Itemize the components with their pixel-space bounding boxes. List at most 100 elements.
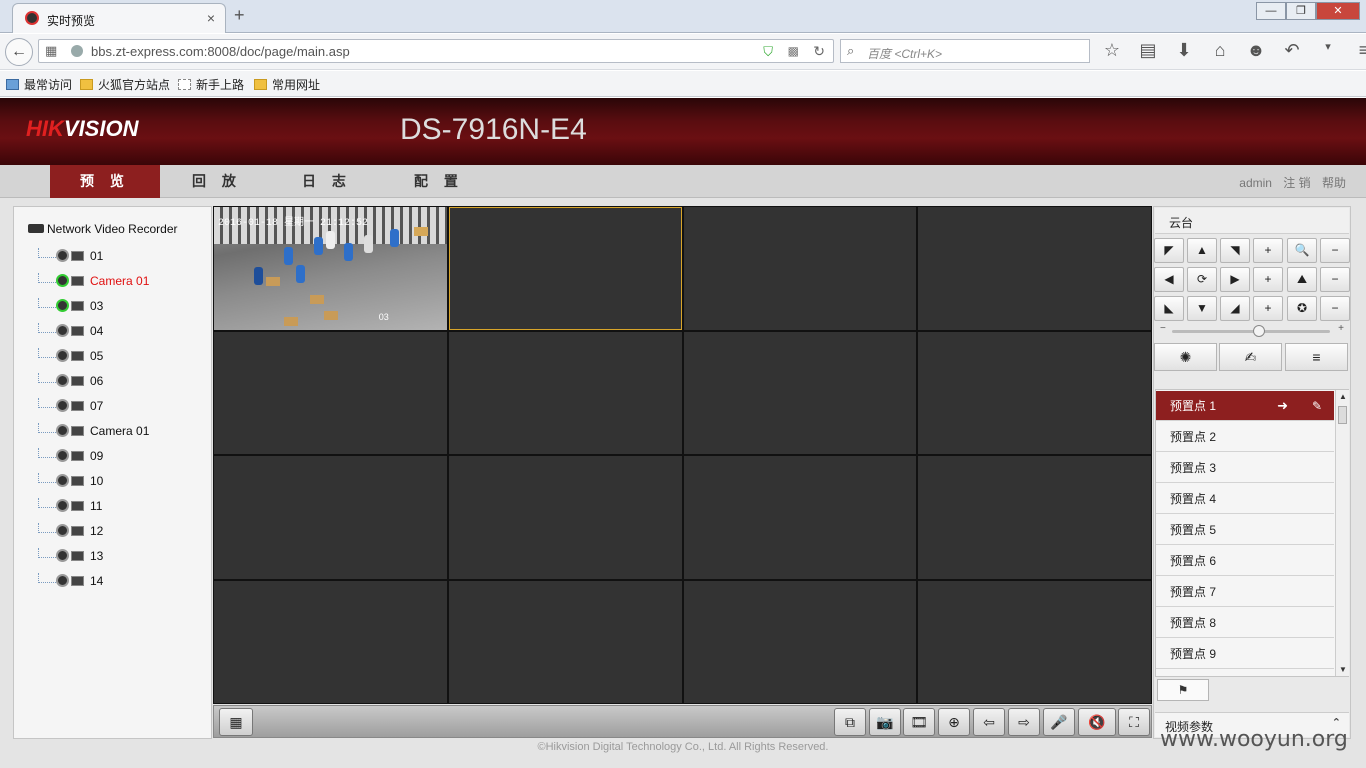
camera-node[interactable]: 14 <box>38 573 103 589</box>
bookmark-most-visited[interactable]: 最常访问 <box>6 76 72 93</box>
scroll-up-icon[interactable]: ▲ <box>1339 392 1347 401</box>
preset-item[interactable]: 预置点 5 <box>1156 515 1334 545</box>
video-cell[interactable] <box>214 331 447 454</box>
auto-scan-button[interactable]: ⟳ <box>1187 267 1217 292</box>
nvr-root-node[interactable]: Network Video Recorder <box>28 222 178 236</box>
help-link[interactable]: 帮助 <box>1322 176 1346 190</box>
qr-icon[interactable]: ▩ <box>788 44 799 58</box>
slider-knob[interactable] <box>1252 325 1265 337</box>
record-icon[interactable] <box>71 501 84 511</box>
site-info-icon[interactable] <box>71 45 83 57</box>
bookmark-firefox-site[interactable]: 火狐官方站点 <box>80 76 170 93</box>
bookmark-common-sites[interactable]: 常用网址 <box>254 76 320 93</box>
tilt-up-button[interactable]: ▲ <box>1187 238 1217 263</box>
record-icon[interactable] <box>71 301 84 311</box>
preset-scrollbar[interactable]: ▲ ▼ <box>1335 390 1349 676</box>
camera-node[interactable]: 01 <box>38 248 103 264</box>
wiper-button[interactable]: ✍ <box>1219 343 1282 371</box>
pan-right-button[interactable]: ▶ <box>1220 267 1250 292</box>
dropdown-icon[interactable]: ▾ <box>1316 40 1340 61</box>
pan-up-right-button[interactable]: ◥ <box>1220 238 1250 263</box>
record-icon[interactable] <box>71 401 84 411</box>
camera-node[interactable]: 06 <box>38 373 103 389</box>
goto-preset-icon[interactable]: ➜ <box>1277 391 1288 421</box>
record-icon[interactable] <box>71 276 84 286</box>
pan-up-left-button[interactable]: ◤ <box>1154 238 1184 263</box>
camera-node[interactable]: 04 <box>38 323 103 339</box>
prev-page-button[interactable]: ⇦ <box>973 708 1005 736</box>
star-icon[interactable]: ☆ <box>1100 40 1124 61</box>
preset-item[interactable]: 预置点 3 <box>1156 453 1334 483</box>
preset-item[interactable]: 预置点 7 <box>1156 577 1334 607</box>
record-icon[interactable] <box>71 376 84 386</box>
video-cell[interactable] <box>448 207 682 330</box>
scroll-down-icon[interactable]: ▼ <box>1339 665 1347 674</box>
search-box[interactable]: ⌕ 百度 <Ctrl+K> <box>840 39 1090 63</box>
camera-node[interactable]: 11 <box>38 498 102 514</box>
menu-icon[interactable]: ≡ <box>1352 40 1366 61</box>
record-icon[interactable] <box>71 451 84 461</box>
back-button[interactable]: ← <box>5 38 33 66</box>
video-cell[interactable] <box>448 331 682 454</box>
pan-down-right-button[interactable]: ◢ <box>1220 296 1250 321</box>
reading-list-icon[interactable]: ▤ <box>1136 40 1160 61</box>
zoom-in-button[interactable]: + <box>1253 238 1283 263</box>
record-icon[interactable] <box>71 576 84 586</box>
record-button[interactable]: 🎞 <box>903 708 935 736</box>
video-cell[interactable] <box>214 456 447 579</box>
iris-open-button[interactable]: + <box>1253 296 1283 321</box>
camera-node[interactable]: 07 <box>38 398 103 414</box>
close-window-button[interactable]: ✕ <box>1316 2 1360 20</box>
fullscreen-button[interactable]: ⛶ <box>1118 708 1150 736</box>
video-cell[interactable] <box>448 456 682 579</box>
video-cell[interactable] <box>683 456 917 579</box>
audio-mute-button[interactable]: 🔇 <box>1078 708 1116 736</box>
sidebar-icon[interactable]: ▦ <box>45 43 57 59</box>
split-screen-button[interactable]: ⧉ <box>834 708 866 736</box>
browser-tab[interactable]: 实时预览 × <box>12 3 226 33</box>
preset-item[interactable]: 预置点 8 <box>1156 608 1334 638</box>
video-cell[interactable] <box>683 331 917 454</box>
iris-close-button[interactable]: − <box>1320 296 1350 321</box>
pan-left-button[interactable]: ◀ <box>1154 267 1184 292</box>
pan-down-left-button[interactable]: ◣ <box>1154 296 1184 321</box>
camera-node[interactable]: 10 <box>38 473 103 489</box>
restore-button[interactable]: ❐ <box>1286 2 1316 20</box>
zoom-out-button[interactable]: − <box>1320 238 1350 263</box>
record-icon[interactable] <box>71 426 84 436</box>
shield-icon[interactable]: ⛉ <box>763 44 773 60</box>
bookmark-getting-started[interactable]: 新手上路 <box>178 76 244 93</box>
tab-playback[interactable]: 回 放 <box>162 165 272 198</box>
minimize-button[interactable]: — <box>1256 2 1286 20</box>
tab-log[interactable]: 日 志 <box>272 165 382 198</box>
new-tab-button[interactable]: + <box>234 5 245 26</box>
camera-node[interactable]: 12 <box>38 523 103 539</box>
video-cell[interactable] <box>918 331 1151 454</box>
chat-icon[interactable]: ☻ <box>1244 40 1268 61</box>
preset-item[interactable]: 预置点 9 <box>1156 639 1334 669</box>
focus-near-button[interactable]: + <box>1253 267 1283 292</box>
camera-node[interactable]: 03 <box>38 298 103 314</box>
focus-icon[interactable]: ⛰ <box>1287 267 1317 292</box>
ptz-header[interactable]: 云台 <box>1155 208 1349 234</box>
reload-icon[interactable]: ↻ <box>813 43 825 60</box>
ptz-speed-slider[interactable]: − + <box>1160 323 1344 337</box>
preset-item[interactable]: 预置点 4 <box>1156 484 1334 514</box>
digital-zoom-button[interactable]: ⊕ <box>938 708 970 736</box>
video-cell[interactable] <box>918 456 1151 579</box>
record-icon[interactable] <box>71 526 84 536</box>
camera-node[interactable]: 09 <box>38 448 103 464</box>
zoom-icon[interactable]: 🔍 <box>1287 238 1317 263</box>
close-tab-icon[interactable]: × <box>207 10 215 26</box>
video-cell[interactable] <box>918 207 1151 330</box>
video-cell[interactable] <box>214 580 447 703</box>
edit-preset-icon[interactable]: ✎ <box>1312 391 1322 421</box>
preset-tab-flag[interactable]: ⚑ <box>1157 679 1209 701</box>
video-cell[interactable]: 2016-01-18 星期一 21:12:52 03 <box>214 207 447 330</box>
preset-item[interactable]: 预置点 1 ➜ ✎ <box>1156 391 1334 421</box>
microphone-button[interactable]: 🎤 <box>1043 708 1075 736</box>
ptz-menu-button[interactable]: ≡ <box>1285 343 1348 371</box>
home-icon[interactable]: ⌂ <box>1208 40 1232 61</box>
scroll-thumb[interactable] <box>1338 406 1347 424</box>
tilt-down-button[interactable]: ▼ <box>1187 296 1217 321</box>
